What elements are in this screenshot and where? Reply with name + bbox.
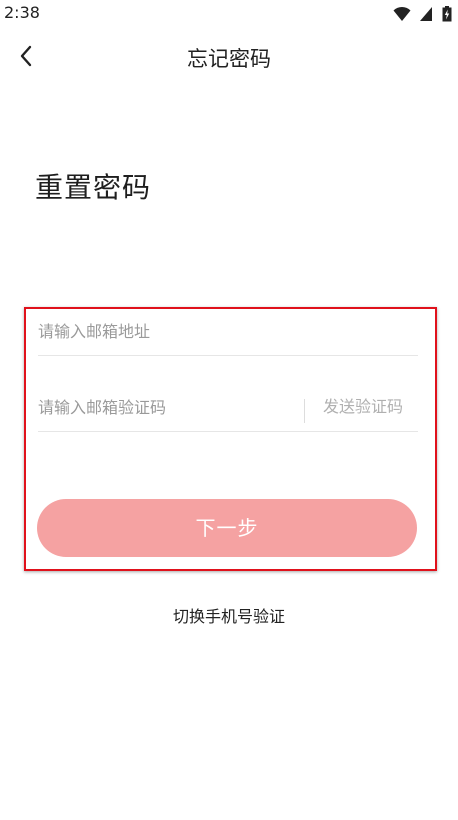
reset-form: 发送验证码 下一步 — [24, 307, 437, 571]
signal-icon — [419, 7, 432, 21]
code-field-row: 发送验证码 — [38, 385, 418, 432]
wifi-icon — [393, 6, 411, 21]
status-bar: 2:38 — [0, 0, 458, 28]
page-title: 忘记密码 — [187, 47, 271, 71]
email-input[interactable] — [38, 309, 418, 353]
battery-charging-icon — [442, 6, 452, 22]
email-field-row — [38, 309, 418, 356]
screen: 2:38 忘记密码 重置密码 请输入邮箱地址 请输入邮箱验证码 发送验证码 下一… — [0, 0, 458, 820]
code-divider — [304, 399, 305, 423]
email-code-input[interactable] — [38, 385, 300, 429]
app-bar: 忘记密码 — [0, 30, 458, 82]
switch-phone-verification-link[interactable]: 切换手机号验证 — [0, 603, 458, 627]
reset-password-heading: 重置密码 — [35, 171, 152, 204]
status-icons — [393, 6, 452, 22]
next-button[interactable]: 下一步 — [37, 499, 417, 557]
send-code-button[interactable]: 发送验证码 — [308, 385, 418, 429]
status-time: 2:38 — [4, 3, 40, 22]
